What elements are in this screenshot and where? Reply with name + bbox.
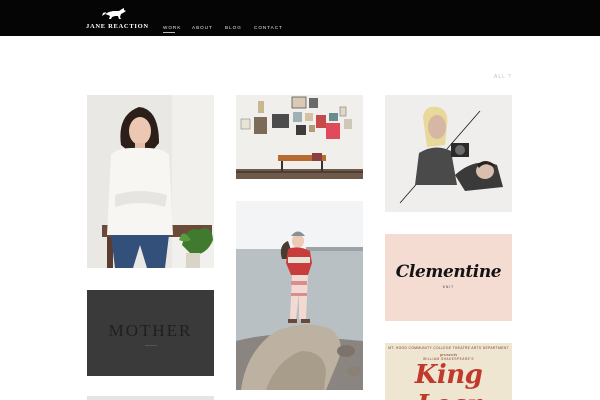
king-lear-title: King Lear [414, 360, 483, 400]
nav-blog[interactable]: BLOG [225, 25, 242, 30]
portrait-collage-image [385, 95, 512, 212]
portfolio-tile-portrait[interactable] [87, 95, 214, 268]
clementine-subtitle: KNIT [442, 285, 455, 289]
fox-logo-icon [102, 8, 126, 19]
portfolio-tile-partial[interactable] [87, 396, 214, 400]
beach-woman-image [236, 201, 363, 390]
portfolio-tile-king-lear[interactable]: MT. HOOD COMMUNITY COLLEGE THEATRE ARTS … [385, 343, 512, 400]
woman-portrait-image [87, 95, 214, 268]
mother-title: MOTHER [108, 321, 193, 340]
gallery-wall-image [236, 95, 363, 179]
nav-work[interactable]: WORK [163, 25, 181, 30]
filter-dropdown[interactable]: ALL ? [494, 74, 512, 80]
brand-logo-link[interactable]: JANE REACTION [86, 7, 149, 33]
brand-name: JANE REACTION [86, 23, 149, 30]
nav-about[interactable]: ABOUT [192, 25, 213, 30]
active-nav-indicator [163, 32, 175, 33]
portfolio-tile-clementine[interactable]: Clementine KNIT [385, 234, 512, 321]
portfolio-tile-gallery-wall[interactable] [236, 95, 363, 179]
mother-divider [145, 345, 157, 346]
clementine-wordmark: Clementine [395, 262, 502, 282]
king-lear-presenter: MT. HOOD COMMUNITY COLLEGE THEATRE ARTS … [388, 346, 509, 350]
portfolio-tile-collage[interactable] [385, 95, 512, 212]
portfolio-tile-beach[interactable] [236, 201, 363, 390]
top-navigation-bar: JANE REACTION WORK ABOUT BLOG CONTACT [0, 0, 600, 36]
portfolio-tile-mother[interactable]: MOTHER [87, 290, 214, 376]
nav-contact[interactable]: CONTACT [254, 25, 283, 30]
